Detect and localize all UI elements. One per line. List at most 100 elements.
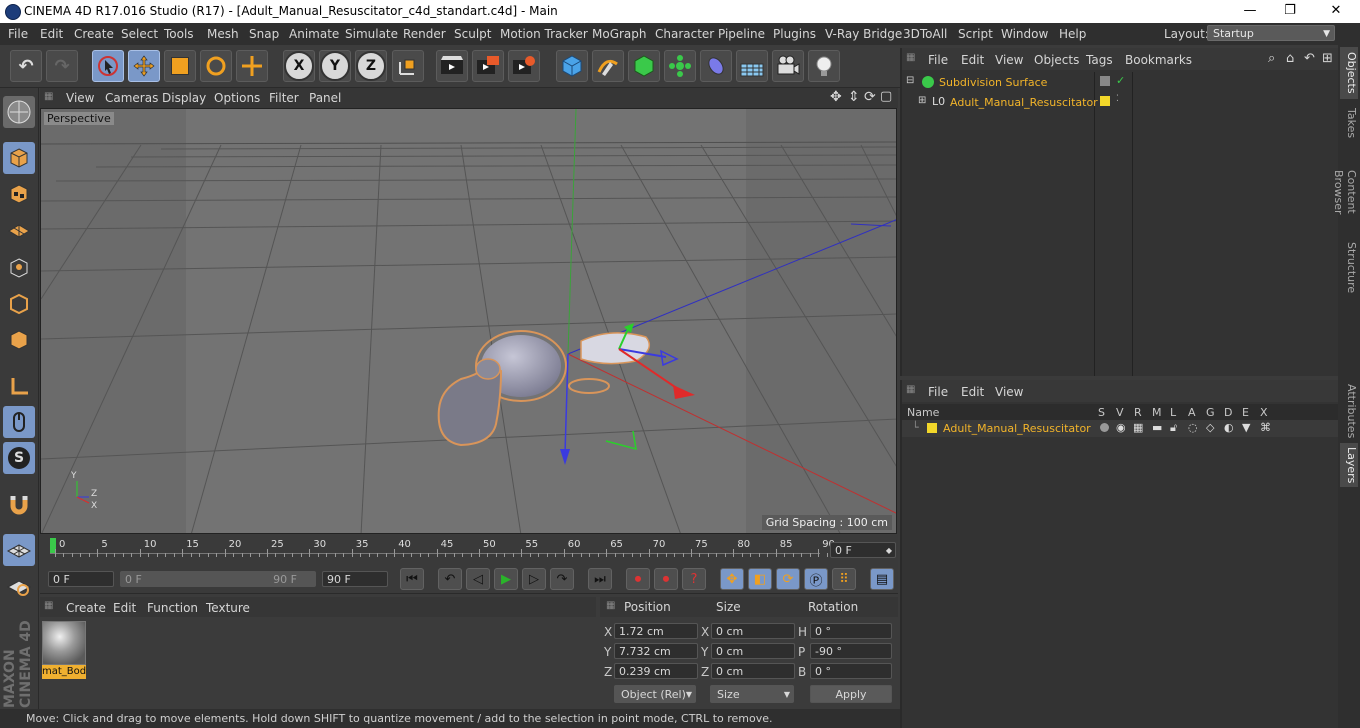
play-icon[interactable]: ▶ — [494, 568, 518, 590]
live-selection-icon[interactable] — [92, 50, 124, 82]
cube-object-icon[interactable] — [556, 50, 588, 82]
max-time-field[interactable]: 90 F — [322, 571, 388, 587]
record-rotation-icon[interactable]: ⟳ — [776, 568, 800, 590]
autokeying-icon[interactable]: ⏺ — [654, 568, 678, 590]
layer-menu-file[interactable]: File — [928, 385, 948, 399]
menu-vray-bridge[interactable]: V-Ray Bridge — [825, 27, 902, 41]
viewport-menu-view[interactable]: View — [66, 91, 94, 105]
apply-button[interactable]: Apply — [810, 685, 892, 703]
tab-layers[interactable]: Layers — [1340, 443, 1358, 487]
viewport-menu-panel[interactable]: Panel — [309, 91, 341, 105]
menu-window[interactable]: Window — [1001, 27, 1048, 41]
light-object-icon[interactable] — [808, 50, 840, 82]
menu-select[interactable]: Select — [121, 27, 158, 41]
viewport-menu-options[interactable]: Options — [214, 91, 260, 105]
layer-row[interactable]: └ Adult_Manual_Resuscitator ◉ ▦ ▬ 🔓︎ ◌ ◇… — [902, 420, 1340, 437]
close-button[interactable]: ✕ — [1316, 2, 1356, 20]
viewport-maximize-icon[interactable]: ▢ — [880, 89, 892, 104]
tab-attributes[interactable]: Attributes — [1340, 383, 1358, 439]
undo-icon[interactable]: ↶ — [10, 50, 42, 82]
size-mode-select[interactable]: Size ▼ — [710, 685, 794, 703]
model-mode-icon[interactable] — [3, 142, 35, 174]
menu-animate[interactable]: Animate — [289, 27, 339, 41]
keyframe-selection-icon[interactable]: ? — [682, 568, 706, 590]
record-parameter-icon[interactable]: Ⓟ — [804, 568, 828, 590]
menu-script[interactable]: Script — [958, 27, 993, 41]
tab-structure[interactable]: Structure — [1340, 241, 1358, 295]
planar-workplane-icon[interactable] — [3, 570, 35, 602]
object-menu-tags[interactable]: Tags — [1086, 53, 1113, 67]
position-y-field[interactable]: 7.732 cm — [614, 643, 698, 659]
snapping-icon[interactable] — [3, 488, 35, 520]
animation-icon[interactable]: ◌ — [1188, 421, 1198, 434]
viewport-move-icon[interactable]: ✥ — [830, 89, 842, 105]
menu-edit[interactable]: Edit — [40, 27, 63, 41]
layout-select[interactable]: Startup ▼ — [1207, 25, 1335, 41]
material-menu-texture[interactable]: Texture — [206, 601, 250, 615]
object-menu-edit[interactable]: Edit — [961, 53, 984, 67]
rotate-tool-icon[interactable] — [200, 50, 232, 82]
menu-mograph[interactable]: MoGraph — [592, 27, 647, 41]
rotation-h-field[interactable]: 0 ° — [810, 623, 892, 639]
coordinate-mode-select[interactable]: Object (Rel) ▼ — [614, 685, 696, 703]
y-axis-toggle[interactable]: Y — [319, 50, 351, 82]
layer-menu-edit[interactable]: Edit — [961, 385, 984, 399]
back-icon[interactable]: ↶ — [1304, 51, 1315, 66]
size-z-field[interactable]: 0 cm — [711, 663, 795, 679]
timeline-ruler[interactable]: 0 5 10 15 20 25 30 35 40 45 50 55 60 65 70 75 80 85 90 0 F… — [40, 535, 898, 565]
cloner-icon[interactable] — [664, 50, 696, 82]
maximize-button[interactable]: ❐ — [1270, 2, 1310, 20]
object-row[interactable]: ⊟ Subdivision Surface ✓ — [904, 74, 1340, 92]
workplane-mode-icon[interactable] — [3, 214, 35, 246]
position-z-field[interactable]: 0.239 cm — [614, 663, 698, 679]
home-icon[interactable]: ⌂ — [1286, 51, 1294, 66]
pen-spline-icon[interactable] — [592, 50, 624, 82]
coordinate-system-icon[interactable] — [392, 50, 424, 82]
expression-icon[interactable]: ▼ — [1242, 421, 1250, 434]
viewport-menu-filter[interactable]: Filter — [269, 91, 299, 105]
viewport-zoom-icon[interactable]: ⇕ — [848, 89, 860, 105]
viewport-menu-display[interactable]: Display — [162, 91, 206, 105]
menu-render[interactable]: Render — [403, 27, 446, 41]
expand-icon[interactable]: ⊞ — [918, 95, 926, 106]
x-axis-toggle[interactable]: X — [283, 50, 315, 82]
object-menu-file[interactable]: File — [928, 53, 948, 67]
go-to-end-icon[interactable]: ⏭ — [588, 568, 612, 590]
next-key-icon[interactable]: ↷ — [550, 568, 574, 590]
viewport-rotate-icon[interactable]: ⟳ — [864, 89, 876, 105]
redo-icon[interactable]: ↷ — [46, 50, 78, 82]
time-range-slider[interactable]: 0 F 90 F — [120, 571, 316, 587]
solo-mode-icon[interactable]: S — [3, 442, 35, 474]
material-swatch[interactable]: mat_Bod — [42, 621, 86, 679]
object-row[interactable]: ⊞ L0 Adult_Manual_Resuscitator ⁚ — [904, 94, 1340, 112]
previous-key-icon[interactable]: ↶ — [438, 568, 462, 590]
solo-toggle-icon[interactable] — [1100, 423, 1109, 432]
object-menu-view[interactable]: View — [995, 53, 1023, 67]
floor-object-icon[interactable] — [736, 50, 768, 82]
generator-icon[interactable]: ◇ — [1206, 421, 1214, 434]
record-active-objects-icon[interactable]: ⏺ — [626, 568, 650, 590]
record-position-icon[interactable]: ✥ — [720, 568, 744, 590]
tab-takes[interactable]: Takes — [1340, 103, 1358, 143]
material-menu-create[interactable]: Create — [66, 601, 106, 615]
z-axis-toggle[interactable]: Z — [355, 50, 387, 82]
minimize-button[interactable]: — — [1230, 2, 1270, 20]
menu-sculpt[interactable]: Sculpt — [454, 27, 491, 41]
size-y-field[interactable]: 0 cm — [711, 643, 795, 659]
tweak-mode-icon[interactable] — [3, 406, 35, 438]
search-icon[interactable]: ⌕ — [1268, 51, 1275, 66]
menu-file[interactable]: File — [8, 27, 28, 41]
material-menu-function[interactable]: Function — [147, 601, 198, 615]
scale-tool-icon[interactable] — [164, 50, 196, 82]
next-frame-icon[interactable]: ▷ — [522, 568, 546, 590]
render-settings-icon[interactable] — [508, 50, 540, 82]
record-pla-icon[interactable]: ⠿ — [832, 568, 856, 590]
menu-mesh[interactable]: Mesh — [207, 27, 239, 41]
menu-tools[interactable]: Tools — [164, 27, 194, 41]
menu-snap[interactable]: Snap — [249, 27, 279, 41]
axis-mode-icon[interactable] — [3, 370, 35, 402]
menu-motion-tracker[interactable]: Motion Tracker — [500, 27, 588, 41]
layer-color-swatch[interactable] — [927, 423, 937, 433]
texture-mode-icon[interactable] — [3, 178, 35, 210]
tab-content-browser[interactable]: Content Browser — [1332, 147, 1358, 237]
